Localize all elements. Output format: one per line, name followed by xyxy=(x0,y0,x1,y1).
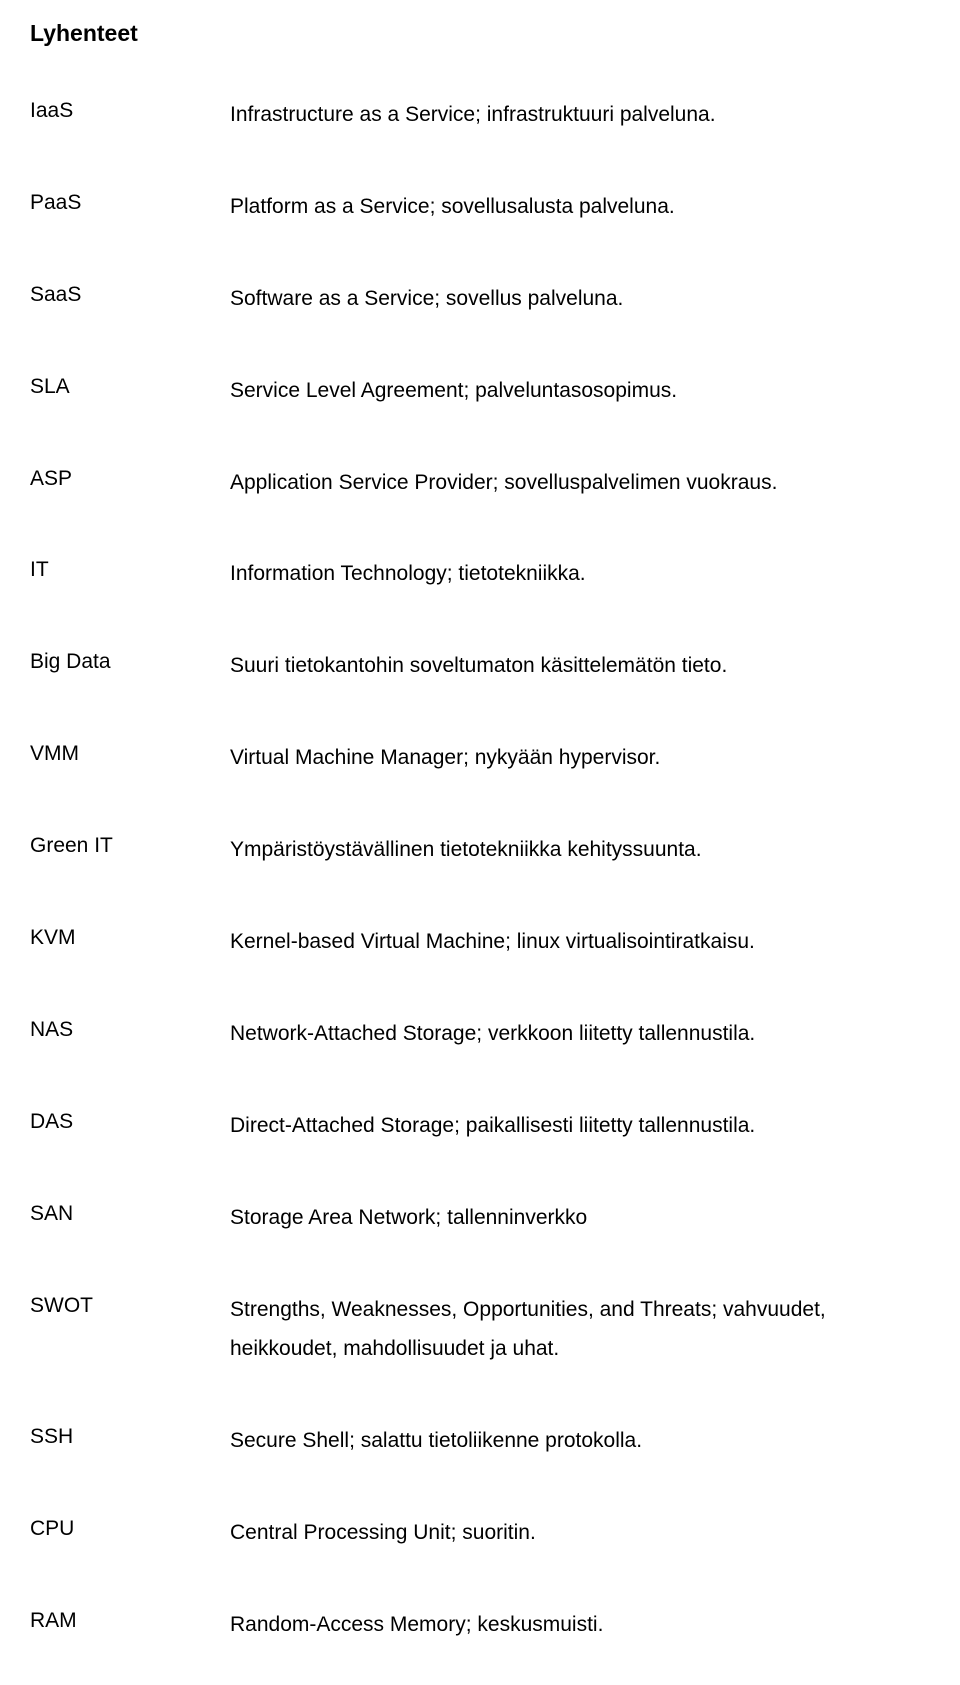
definition-text: Application Service Provider; sovelluspa… xyxy=(230,463,930,503)
term-label: VMM xyxy=(30,738,230,770)
term-label: ASP xyxy=(30,463,230,495)
term-label: NAS xyxy=(30,1014,230,1046)
definition-item: PaaSPlatform as a Service; sovellusalust… xyxy=(30,187,930,227)
definition-text: Strengths, Weaknesses, Opportunities, an… xyxy=(230,1290,930,1370)
definition-item: RAMRandom-Access Memory; keskusmuisti. xyxy=(30,1605,930,1645)
term-label: IT xyxy=(30,554,230,586)
definition-text: Storage Area Network; tallenninverkko xyxy=(230,1198,930,1238)
definition-text: Ympäristöystävällinen tietotekniikka keh… xyxy=(230,830,930,870)
term-label: Big Data xyxy=(30,646,230,678)
term-label: CPU xyxy=(30,1513,230,1545)
definition-text: Software as a Service; sovellus palvelun… xyxy=(230,279,930,319)
term-label: RAM xyxy=(30,1605,230,1637)
definition-item: CPUCentral Processing Unit; suoritin. xyxy=(30,1513,930,1553)
definition-text: Central Processing Unit; suoritin. xyxy=(230,1513,930,1553)
term-label: DAS xyxy=(30,1106,230,1138)
definition-text: Infrastructure as a Service; infrastrukt… xyxy=(230,95,930,135)
definition-item: Green ITYmpäristöystävällinen tietotekni… xyxy=(30,830,930,870)
term-label: IaaS xyxy=(30,95,230,127)
term-label: KVM xyxy=(30,922,230,954)
definition-item: ITInformation Technology; tietotekniikka… xyxy=(30,554,930,594)
definition-item: IaaSInfrastructure as a Service; infrast… xyxy=(30,95,930,135)
term-label: PaaS xyxy=(30,187,230,219)
term-label: SaaS xyxy=(30,279,230,311)
definition-text: Virtual Machine Manager; nykyään hypervi… xyxy=(230,738,930,778)
definition-item: NASNetwork-Attached Storage; verkkoon li… xyxy=(30,1014,930,1054)
term-label: SWOT xyxy=(30,1290,230,1322)
definition-item: ASPApplication Service Provider; sovellu… xyxy=(30,463,930,503)
definition-item: SANStorage Area Network; tallenninverkko xyxy=(30,1198,930,1238)
definitions-list: IaaSInfrastructure as a Service; infrast… xyxy=(30,95,930,1645)
definition-item: SWOTStrengths, Weaknesses, Opportunities… xyxy=(30,1290,930,1370)
definition-text: Kernel-based Virtual Machine; linux virt… xyxy=(230,922,930,962)
definition-text: Service Level Agreement; palveluntasosop… xyxy=(230,371,930,411)
definition-item: KVMKernel-based Virtual Machine; linux v… xyxy=(30,922,930,962)
term-label: SLA xyxy=(30,371,230,403)
definition-text: Random-Access Memory; keskusmuisti. xyxy=(230,1605,930,1645)
definition-text: Platform as a Service; sovellusalusta pa… xyxy=(230,187,930,227)
definition-item: DASDirect-Attached Storage; paikallisest… xyxy=(30,1106,930,1146)
term-label: Green IT xyxy=(30,830,230,862)
definition-item: VMMVirtual Machine Manager; nykyään hype… xyxy=(30,738,930,778)
definition-text: Network-Attached Storage; verkkoon liite… xyxy=(230,1014,930,1054)
definition-item: SSHSecure Shell; salattu tietoliikenne p… xyxy=(30,1421,930,1461)
definition-text: Secure Shell; salattu tietoliikenne prot… xyxy=(230,1421,930,1461)
definition-item: SLAService Level Agreement; palveluntaso… xyxy=(30,371,930,411)
definition-text: Suuri tietokantohin soveltumaton käsitte… xyxy=(230,646,930,686)
term-label: SAN xyxy=(30,1198,230,1230)
term-label: SSH xyxy=(30,1421,230,1453)
definition-text: Direct-Attached Storage; paikallisesti l… xyxy=(230,1106,930,1146)
definition-text: Information Technology; tietotekniikka. xyxy=(230,554,930,594)
definition-item: Big DataSuuri tietokantohin soveltumaton… xyxy=(30,646,930,686)
page-title: Lyhenteet xyxy=(30,20,930,47)
definition-item: SaaSSoftware as a Service; sovellus palv… xyxy=(30,279,930,319)
